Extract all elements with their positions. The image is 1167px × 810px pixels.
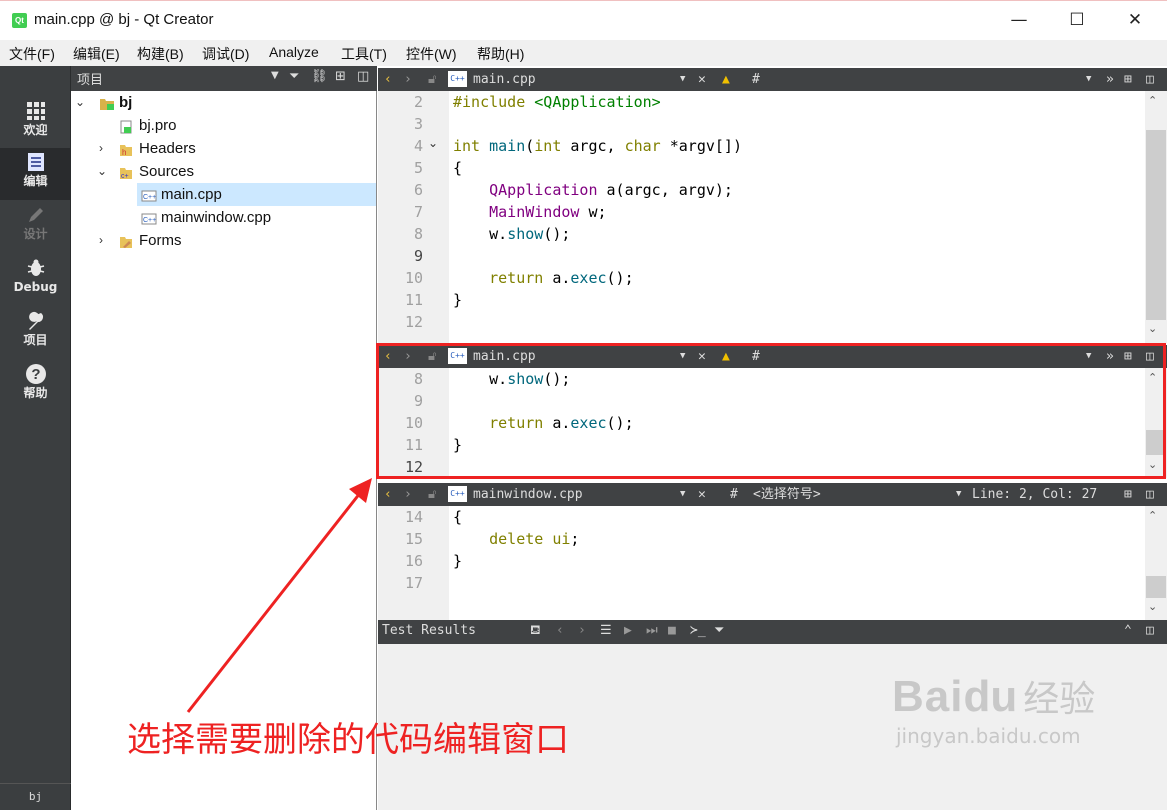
watermark-cn: 经验 bbox=[1023, 678, 1096, 719]
baidu-watermark: Baidu 经验 jingyan.baidu.com bbox=[892, 670, 1095, 748]
watermark-url: jingyan.baidu.com bbox=[896, 724, 1081, 748]
watermark-brand-2: du bbox=[963, 672, 1018, 721]
fold-toggle-icon[interactable]: ⌄ bbox=[428, 136, 438, 150]
watermark-brand: Bai bbox=[892, 672, 964, 721]
annotation-text: 选择需要删除的代码编辑窗口 bbox=[127, 720, 569, 760]
qt-creator-window: Qt main.cpp @ bj - Qt Creator — ☐ ✕ 文件(F… bbox=[0, 0, 1167, 810]
